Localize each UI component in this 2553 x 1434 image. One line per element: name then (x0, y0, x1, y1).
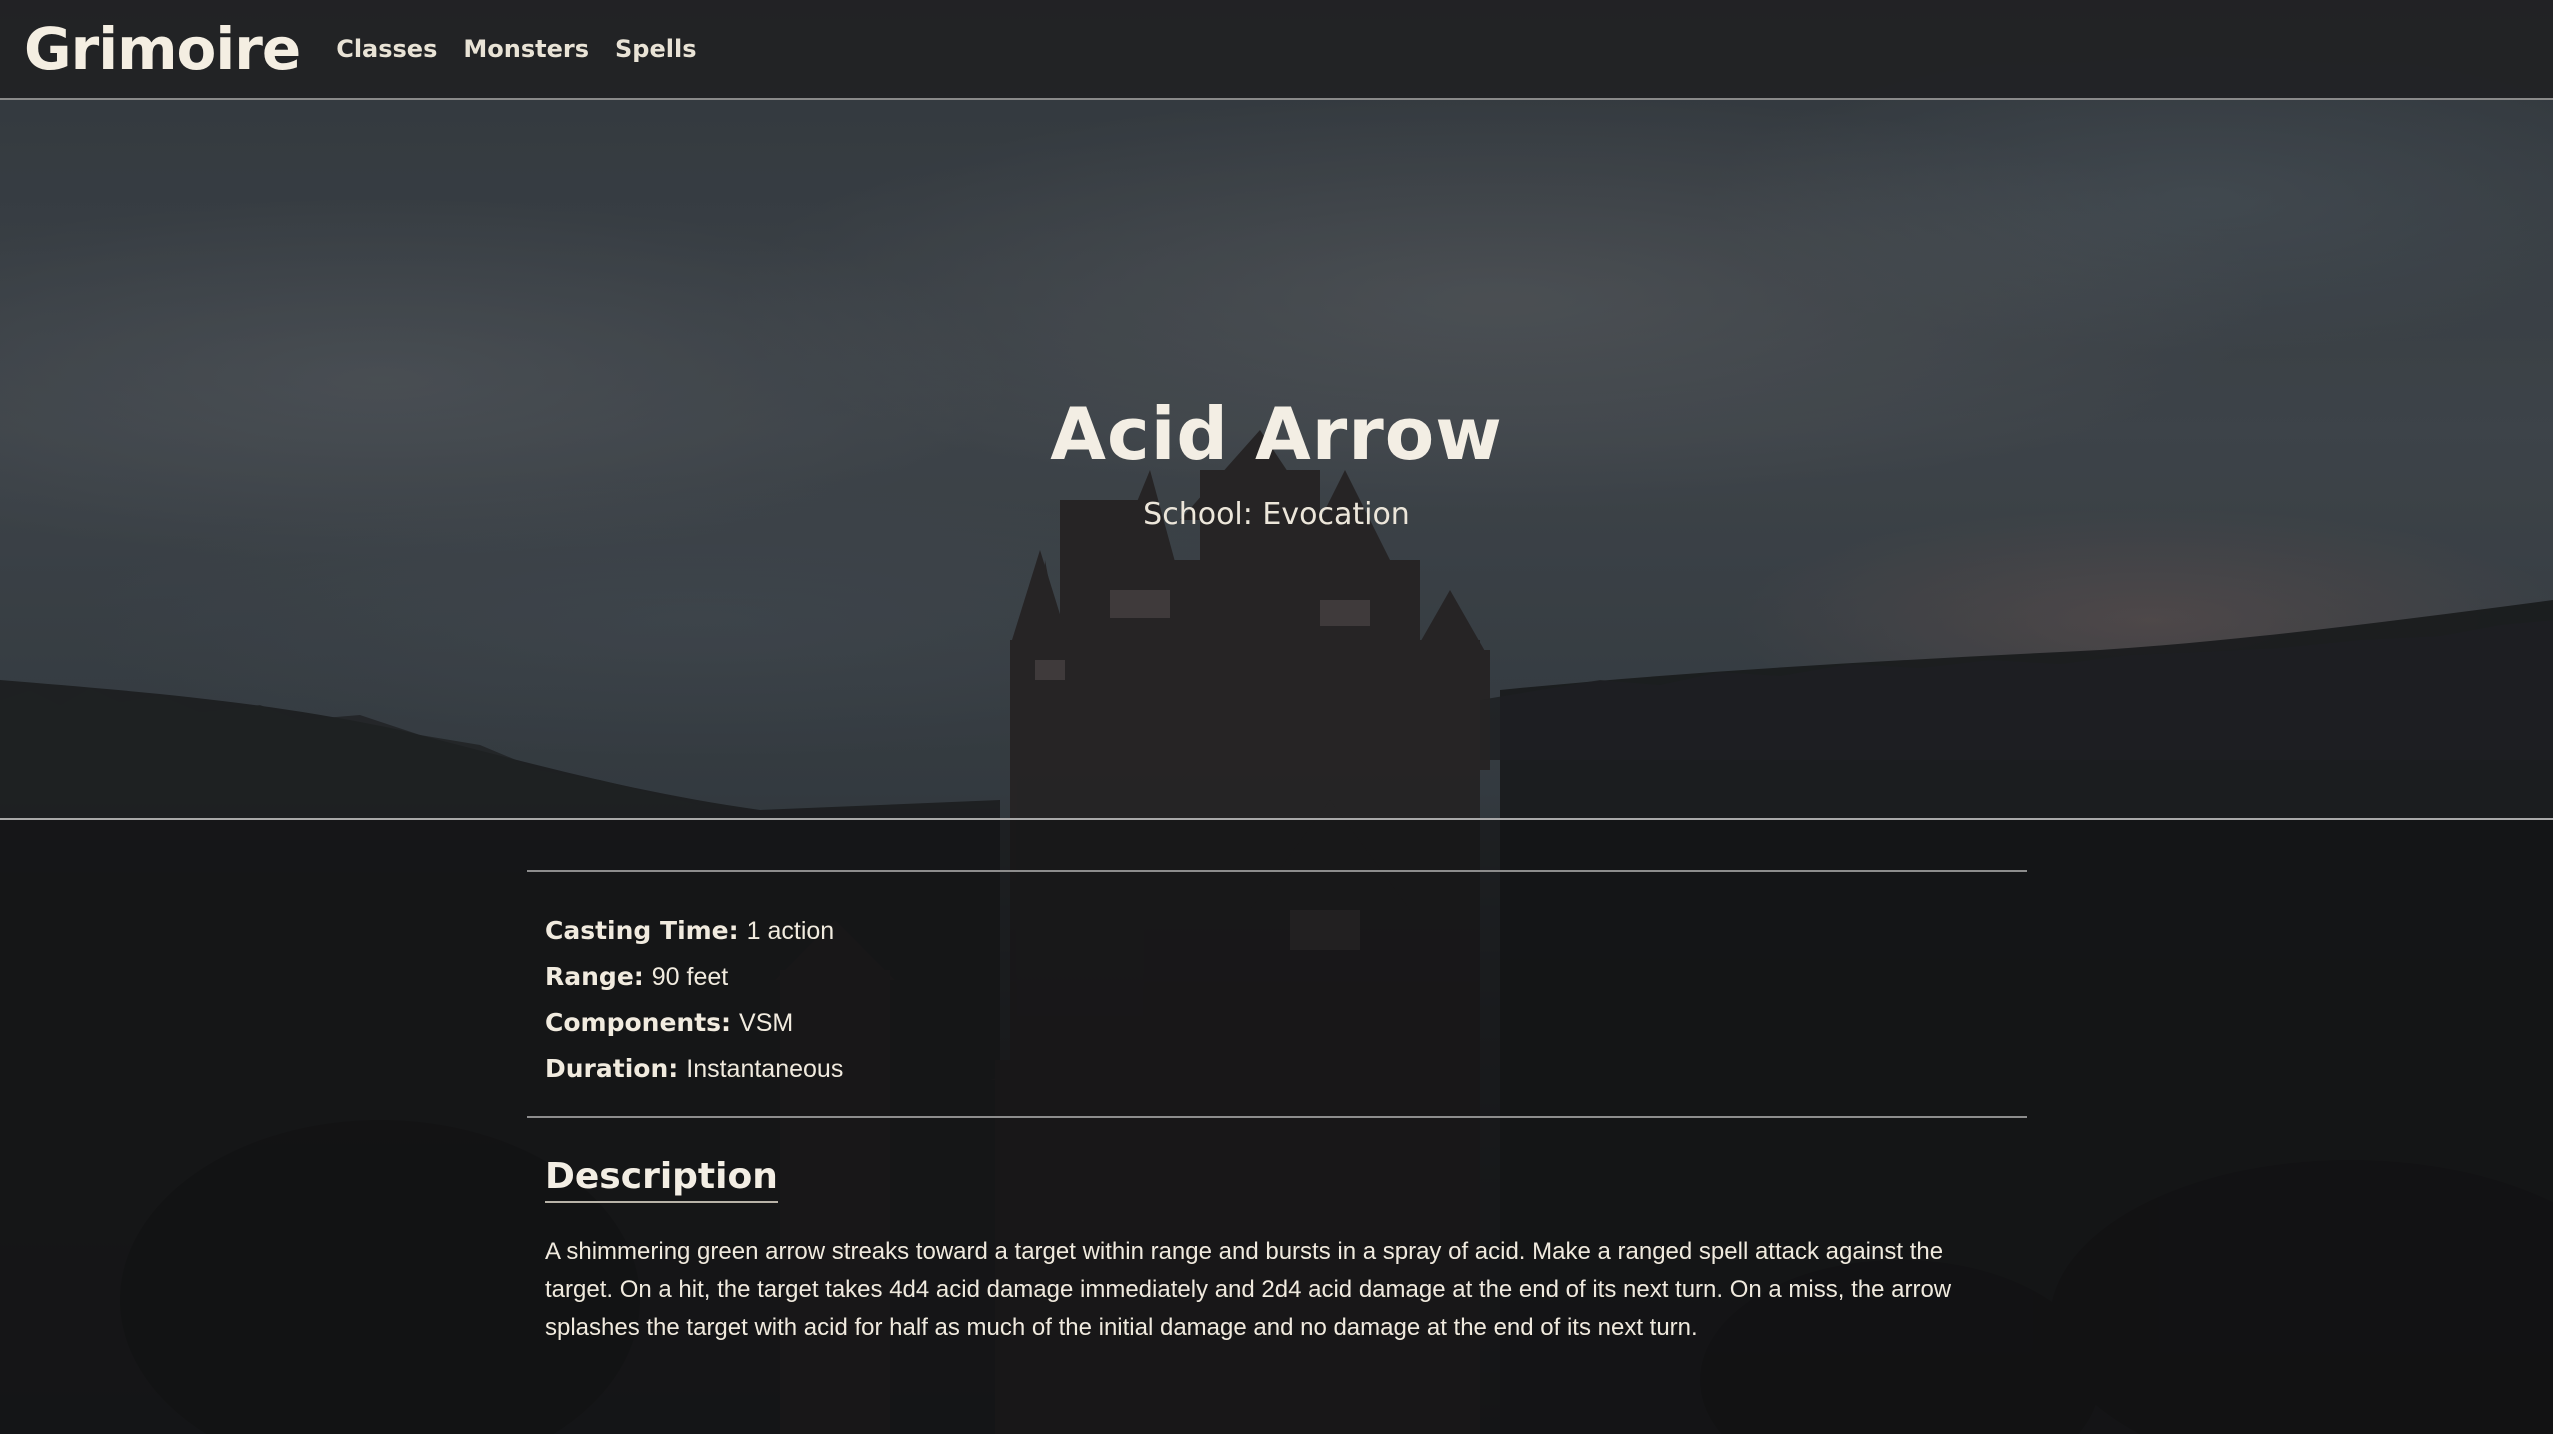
stat-label: Range: (545, 962, 644, 991)
stat-components: Components: VSM (545, 1000, 2009, 1046)
description-heading: Description (545, 1156, 778, 1203)
stat-value: VSM (739, 1009, 794, 1037)
spell-stats: Casting Time: 1 action Range: 90 feet Comp… (527, 872, 2027, 1116)
page: Grimoire Classes Monsters Spells Acid Ar… (0, 0, 2553, 1434)
stat-range: Range: 90 feet (545, 954, 2009, 1000)
stat-label: Casting Time: (545, 916, 739, 945)
stat-value: 90 feet (651, 963, 729, 991)
spell-title: Acid Arrow (1050, 392, 1503, 476)
stat-value: Instantaneous (686, 1055, 844, 1083)
stat-duration: Duration: Instantaneous (545, 1046, 2009, 1092)
nav-link-spells[interactable]: Spells (615, 35, 696, 63)
top-navbar: Grimoire Classes Monsters Spells (0, 0, 2553, 100)
hero-divider (0, 818, 2553, 820)
nav-link-classes[interactable]: Classes (336, 35, 437, 63)
description-text: A shimmering green arrow streaks toward … (545, 1238, 1952, 1341)
stat-label: Components: (545, 1008, 732, 1037)
description-section: Description A shimmering green arrow str… (527, 1118, 2027, 1347)
brand-logo[interactable]: Grimoire (24, 15, 301, 83)
nav-link-monsters[interactable]: Monsters (463, 35, 589, 63)
stat-value: 1 action (746, 917, 835, 945)
stat-label: Duration: (545, 1054, 679, 1083)
spell-school: School: Evocation (1143, 497, 1410, 532)
stat-casting-time: Casting Time: 1 action (545, 908, 2009, 954)
spell-details: Casting Time: 1 action Range: 90 feet Comp… (527, 870, 2027, 1347)
